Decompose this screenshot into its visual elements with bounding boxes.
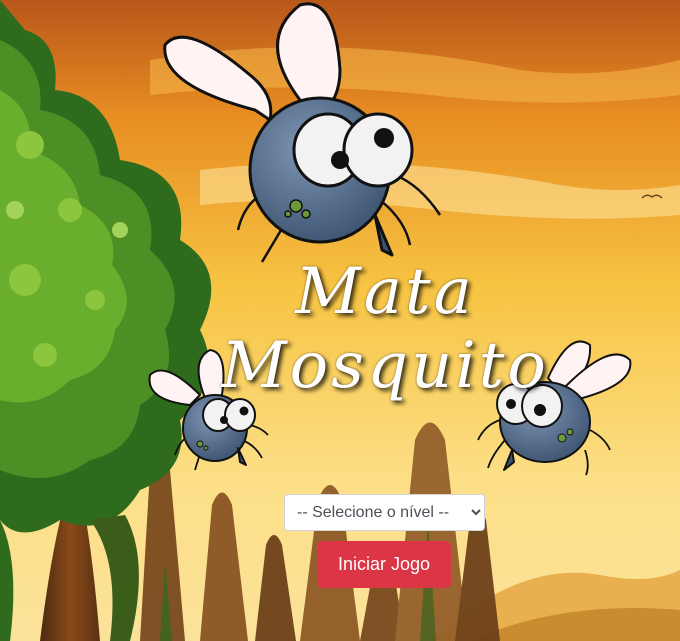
game-title-line2: Mosquito xyxy=(221,329,549,403)
game-title-line1: Mata xyxy=(295,255,475,329)
start-game-button[interactable]: Iniciar Jogo xyxy=(317,541,451,588)
level-select[interactable]: -- Selecione o nível -- xyxy=(284,494,485,531)
